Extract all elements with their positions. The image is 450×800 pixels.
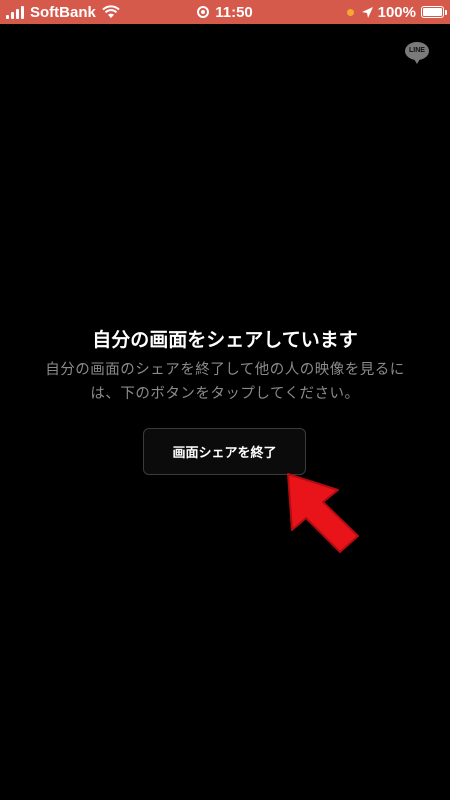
status-time: 11:50 xyxy=(215,3,253,21)
description-text: 自分の画面のシェアを終了して他の人の映像を見るには、下のボタンをタップしてくださ… xyxy=(45,362,405,402)
status-right: 100% xyxy=(346,3,447,21)
line-logo-icon: LINE xyxy=(405,42,429,64)
recording-indicator-icon xyxy=(346,8,354,16)
page-title: 自分の画面をシェアしています xyxy=(92,329,358,351)
battery-icon xyxy=(421,6,447,18)
status-bar: SoftBank 11:50 100% xyxy=(0,0,450,24)
orientation-lock-icon xyxy=(197,6,210,18)
red-arrow-icon xyxy=(287,473,359,553)
location-arrow-icon xyxy=(361,6,373,18)
battery-percent: 100% xyxy=(377,3,416,21)
